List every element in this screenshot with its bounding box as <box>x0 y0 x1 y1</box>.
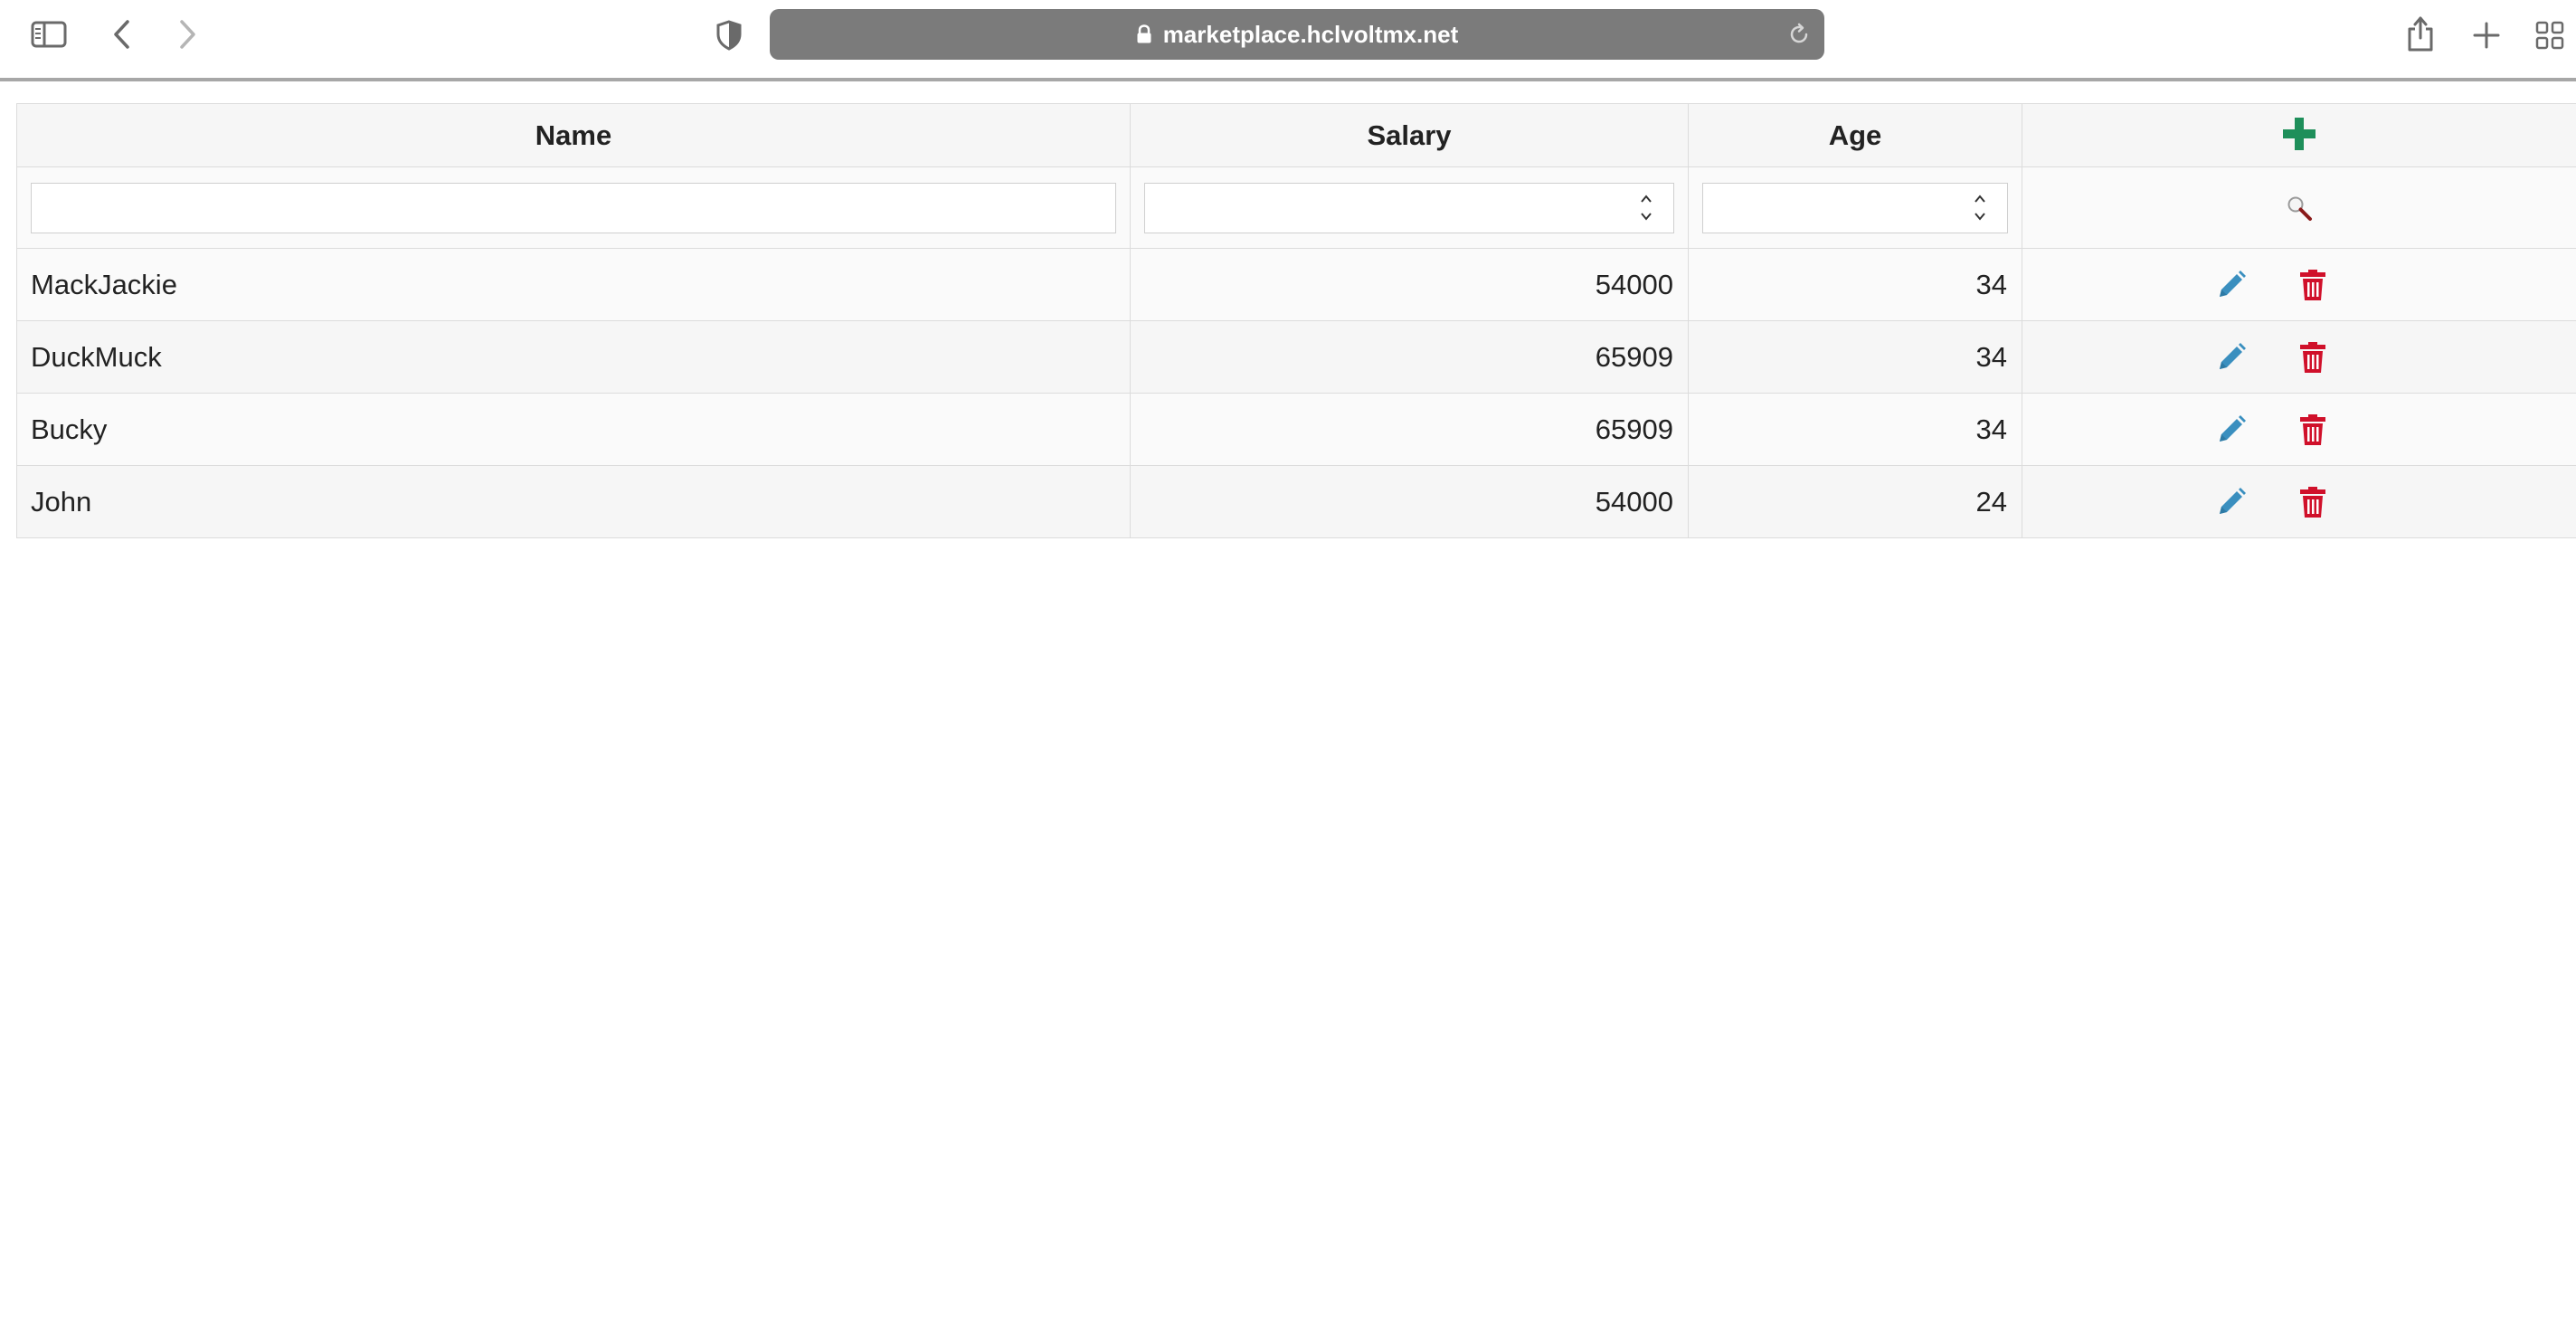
cell-actions <box>2022 248 2576 321</box>
chevron-down-icon <box>1975 213 1985 221</box>
salary-decrement-button[interactable] <box>1636 209 1656 224</box>
age-filter-input[interactable] <box>1702 182 2008 233</box>
chevron-right-icon[interactable] <box>174 16 201 52</box>
cell-actions <box>2022 320 2576 394</box>
cell-name: DuckMuck <box>16 320 1131 394</box>
delete-button[interactable] <box>2293 482 2333 522</box>
age-filter-wrapper <box>1702 182 2008 233</box>
column-header-salary[interactable]: Salary <box>1130 103 1689 167</box>
edit-button[interactable] <box>2211 265 2251 305</box>
pencil-icon <box>2220 270 2246 297</box>
lock-icon <box>1136 24 1152 44</box>
name-filter-input[interactable] <box>31 182 1116 233</box>
cell-actions <box>2022 465 2576 538</box>
cell-salary: 65909 <box>1130 320 1689 394</box>
filter-row <box>16 166 2576 249</box>
column-header-actions <box>2022 103 2576 167</box>
table-row: MackJackie 54000 34 <box>16 248 2576 321</box>
table-row: DuckMuck 65909 34 <box>16 320 2576 394</box>
edit-button[interactable] <box>2211 337 2251 377</box>
filter-cell-salary <box>1130 166 1689 249</box>
cell-salary: 54000 <box>1130 465 1689 538</box>
header-row: Name Salary Age <box>16 103 2576 167</box>
tab-grid-icon[interactable] <box>2533 18 2567 52</box>
plus-icon[interactable] <box>2469 18 2504 52</box>
reload-icon[interactable] <box>1786 22 1812 47</box>
age-increment-button[interactable] <box>1970 192 1990 207</box>
cell-name: Bucky <box>16 393 1131 466</box>
trash-icon <box>2300 341 2325 373</box>
cell-actions <box>2022 393 2576 466</box>
cell-age: 34 <box>1688 320 2022 394</box>
salary-filter-wrapper <box>1144 182 1674 233</box>
trash-icon <box>2300 269 2325 300</box>
pencil-icon <box>2220 414 2246 442</box>
trash-icon <box>2300 413 2325 445</box>
edit-button[interactable] <box>2211 410 2251 450</box>
table-row: Bucky 65909 34 <box>16 393 2576 466</box>
plus-icon <box>2283 117 2316 150</box>
search-icon <box>2287 196 2312 221</box>
cell-name: MackJackie <box>16 248 1131 321</box>
chevron-up-icon <box>1641 195 1652 203</box>
chevron-up-icon <box>1975 195 1985 203</box>
chevron-down-icon <box>1641 213 1652 221</box>
shield-icon[interactable] <box>713 18 745 52</box>
filter-cell-age <box>1688 166 2022 249</box>
search-button[interactable] <box>2281 190 2317 226</box>
cell-age: 34 <box>1688 393 2022 466</box>
address-bar[interactable]: marketplace.hclvoltmx.net <box>770 9 1824 60</box>
add-row-button[interactable] <box>2278 112 2321 156</box>
grid-body: MackJackie 54000 34 DuckMuck 65909 34 Bu… <box>16 248 2576 538</box>
age-stepper <box>1970 192 1990 224</box>
filter-cell-name <box>16 166 1131 249</box>
delete-button[interactable] <box>2293 410 2333 450</box>
edit-button[interactable] <box>2211 482 2251 522</box>
pencil-icon <box>2220 342 2246 369</box>
delete-button[interactable] <box>2293 265 2333 305</box>
column-header-age[interactable]: Age <box>1688 103 2022 167</box>
browser-toolbar: marketplace.hclvoltmx.net <box>0 0 2576 81</box>
cell-age: 24 <box>1688 465 2022 538</box>
sidebar-icon[interactable] <box>29 18 69 51</box>
cell-age: 34 <box>1688 248 2022 321</box>
cell-salary: 54000 <box>1130 248 1689 321</box>
pencil-icon <box>2220 487 2246 514</box>
chevron-left-icon[interactable] <box>109 16 136 52</box>
share-icon[interactable] <box>2402 13 2439 54</box>
column-header-name[interactable]: Name <box>16 103 1131 167</box>
age-decrement-button[interactable] <box>1970 209 1990 224</box>
data-grid: Name Salary Age MackJackie 54000 34 Duck… <box>16 103 2576 538</box>
cell-name: John <box>16 465 1131 538</box>
url-text: marketplace.hclvoltmx.net <box>1162 20 1459 48</box>
salary-stepper <box>1636 192 1656 224</box>
trash-icon <box>2300 486 2325 518</box>
delete-button[interactable] <box>2293 337 2333 377</box>
salary-filter-input[interactable] <box>1144 182 1674 233</box>
salary-increment-button[interactable] <box>1636 192 1656 207</box>
filter-cell-actions <box>2022 166 2576 249</box>
table-row: John 54000 24 <box>16 465 2576 538</box>
cell-salary: 65909 <box>1130 393 1689 466</box>
